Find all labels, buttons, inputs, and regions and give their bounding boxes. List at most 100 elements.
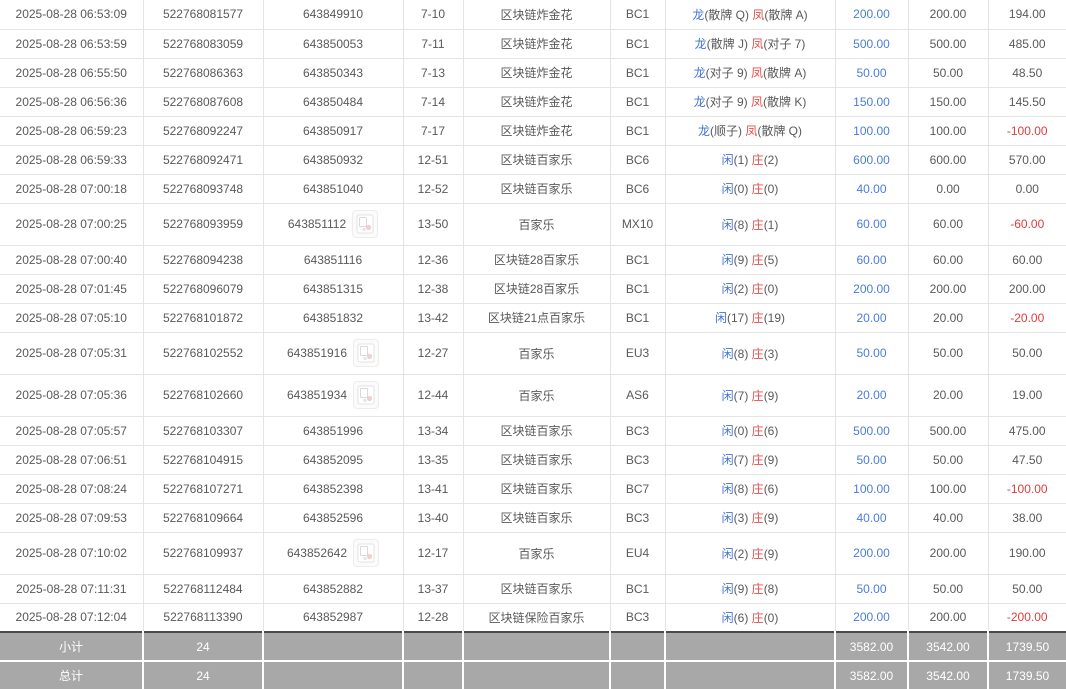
- cell-bet-time: 2025-08-28 06:59:23: [0, 116, 143, 145]
- result-red-label: 庄: [752, 182, 764, 196]
- valid-bet-link[interactable]: 50.00: [856, 346, 886, 360]
- cell-bet-amount: 40.00: [908, 503, 988, 532]
- cell-win-loss: 50.00: [988, 332, 1066, 374]
- card-result-icon: [356, 214, 374, 234]
- cell-bet-time: 2025-08-28 07:05:31: [0, 332, 143, 374]
- cell-win-loss: 194.00: [988, 0, 1066, 29]
- cell-bet-amount: 200.00: [908, 532, 988, 574]
- valid-bet-link[interactable]: 600.00: [853, 153, 890, 167]
- cell-bet-amount: 600.00: [908, 145, 988, 174]
- cell-result: 闲(1) 庄(2): [665, 145, 835, 174]
- cell-game-name: 区块链百家乐: [463, 474, 610, 503]
- card-result-button[interactable]: [353, 381, 379, 409]
- cell-order-no: 522768109937: [143, 532, 263, 574]
- table-row: 2025-08-28 07:12:04522768113390643852987…: [0, 603, 1066, 632]
- valid-bet-link[interactable]: 200.00: [853, 546, 890, 560]
- cell-table-code: BC1: [610, 245, 665, 274]
- valid-bet-link[interactable]: 20.00: [856, 311, 886, 325]
- result-red-label: 庄: [752, 311, 764, 325]
- cell-win-loss: 475.00: [988, 416, 1066, 445]
- table-row: 2025-08-28 06:53:09522768081577643849910…: [0, 0, 1066, 29]
- result-red-label: 凤: [751, 95, 763, 109]
- total-valid-bet: 3582.00: [835, 661, 908, 689]
- cell-bet-time: 2025-08-28 07:08:24: [0, 474, 143, 503]
- cell-win-loss: 19.00: [988, 374, 1066, 416]
- subtotal-empty-cell: [403, 632, 463, 661]
- cell-game-name: 区块链炸金花: [463, 87, 610, 116]
- cell-bet-time: 2025-08-28 07:11:31: [0, 574, 143, 603]
- subtotal-empty-cell: [463, 632, 610, 661]
- result-red-label: 凤: [751, 66, 763, 80]
- cell-game-name: 区块链28百家乐: [463, 245, 610, 274]
- result-blue-label: 闲: [722, 218, 734, 232]
- valid-bet-link[interactable]: 150.00: [853, 95, 890, 109]
- cell-result: 闲(2) 庄(0): [665, 274, 835, 303]
- cell-game-name: 区块链炸金花: [463, 116, 610, 145]
- valid-bet-link[interactable]: 100.00: [853, 482, 890, 496]
- cell-table-code: BC1: [610, 116, 665, 145]
- valid-bet-link[interactable]: 100.00: [853, 124, 890, 138]
- valid-bet-link[interactable]: 60.00: [856, 253, 886, 267]
- cell-game-name: 区块链百家乐: [463, 503, 610, 532]
- valid-bet-link[interactable]: 50.00: [856, 453, 886, 467]
- result-blue-label: 闲: [722, 389, 734, 403]
- cell-valid-bet: 50.00: [835, 574, 908, 603]
- cell-round-no: 643851832: [263, 303, 403, 332]
- card-result-icon: [357, 543, 375, 563]
- result-blue-label: 闲: [722, 611, 734, 625]
- round-number: 643850917: [303, 124, 363, 138]
- card-result-button[interactable]: [353, 339, 379, 367]
- valid-bet-link[interactable]: 50.00: [856, 66, 886, 80]
- card-result-button[interactable]: [353, 539, 379, 567]
- result-blue-label: 闲: [722, 547, 734, 561]
- cell-bet-time: 2025-08-28 07:01:45: [0, 274, 143, 303]
- valid-bet-link[interactable]: 200.00: [853, 7, 890, 21]
- cell-table-seat: 12-27: [403, 332, 463, 374]
- cell-result: 闲(8) 庄(1): [665, 203, 835, 245]
- cell-bet-time: 2025-08-28 07:09:53: [0, 503, 143, 532]
- valid-bet-link[interactable]: 40.00: [856, 182, 886, 196]
- result-red-detail: (3): [764, 347, 779, 361]
- cell-valid-bet: 200.00: [835, 532, 908, 574]
- cell-order-no: 522768092247: [143, 116, 263, 145]
- card-result-button[interactable]: [352, 210, 378, 238]
- cell-table-seat: 13-41: [403, 474, 463, 503]
- cell-table-code: AS6: [610, 374, 665, 416]
- result-red-detail: (散牌 K): [763, 95, 806, 109]
- valid-bet-link[interactable]: 500.00: [853, 424, 890, 438]
- cell-valid-bet: 20.00: [835, 303, 908, 332]
- valid-bet-link[interactable]: 200.00: [853, 610, 890, 624]
- cell-table-code: BC3: [610, 416, 665, 445]
- cell-table-code: BC1: [610, 58, 665, 87]
- cell-table-seat: 13-34: [403, 416, 463, 445]
- result-red-label: 庄: [752, 511, 764, 525]
- valid-bet-link[interactable]: 500.00: [853, 37, 890, 51]
- valid-bet-link[interactable]: 200.00: [853, 282, 890, 296]
- cell-table-seat: 12-52: [403, 174, 463, 203]
- valid-bet-link[interactable]: 20.00: [856, 388, 886, 402]
- cell-win-loss: -100.00: [988, 116, 1066, 145]
- result-blue-detail: (顺子): [710, 124, 742, 138]
- cell-win-loss: -200.00: [988, 603, 1066, 632]
- table-row: 2025-08-28 06:53:59522768083059643850053…: [0, 29, 1066, 58]
- cell-table-code: BC7: [610, 474, 665, 503]
- subtotal-valid-bet: 3582.00: [835, 632, 908, 661]
- result-red-detail: (6): [764, 482, 779, 496]
- cell-valid-bet: 500.00: [835, 416, 908, 445]
- cell-order-no: 522768102660: [143, 374, 263, 416]
- cell-round-no: 643852642: [263, 532, 403, 574]
- valid-bet-link[interactable]: 60.00: [856, 217, 886, 231]
- cell-bet-amount: 500.00: [908, 416, 988, 445]
- result-blue-label: 龙: [698, 124, 710, 138]
- cell-table-seat: 12-36: [403, 245, 463, 274]
- cell-game-name: 百家乐: [463, 374, 610, 416]
- total-empty-cell: [263, 661, 403, 689]
- cell-valid-bet: 600.00: [835, 145, 908, 174]
- cell-valid-bet: 100.00: [835, 116, 908, 145]
- cell-valid-bet: 40.00: [835, 503, 908, 532]
- cell-table-code: BC3: [610, 603, 665, 632]
- valid-bet-link[interactable]: 50.00: [856, 582, 886, 596]
- round-number: 643852882: [303, 582, 363, 596]
- cell-table-seat: 7-17: [403, 116, 463, 145]
- valid-bet-link[interactable]: 40.00: [856, 511, 886, 525]
